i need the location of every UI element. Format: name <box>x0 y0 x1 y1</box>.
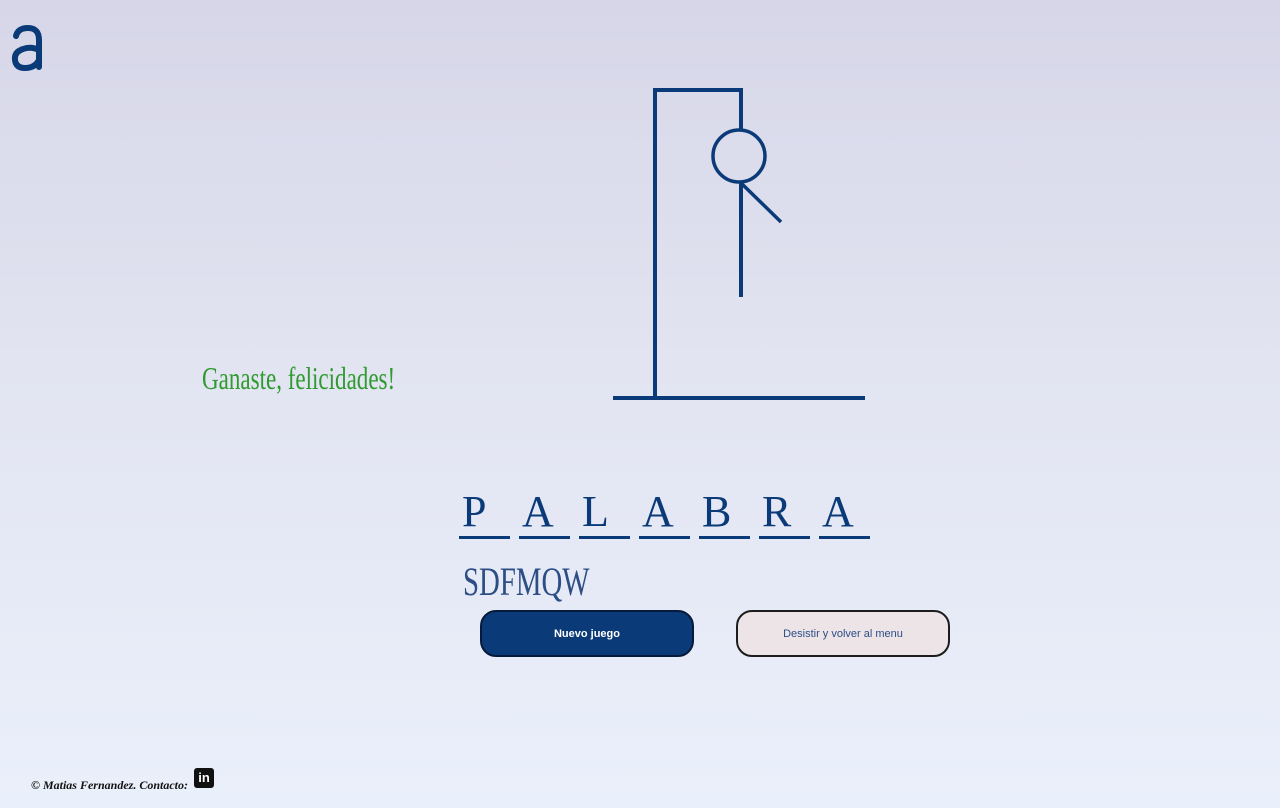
letter: R <box>762 487 792 536</box>
wrong-letters: SDFMQW <box>463 559 590 604</box>
hangman-head <box>711 128 767 184</box>
footer: © Matias Fernandez. Contacto: in <box>31 768 214 793</box>
win-message: Ganaste, felicidades! <box>202 360 396 396</box>
letter: A <box>822 487 854 536</box>
secret-word: PALABRA <box>459 486 870 539</box>
app-logo-icon <box>11 24 42 72</box>
letter-slot: R <box>759 486 810 539</box>
hangman-arm <box>739 181 783 224</box>
letter: B <box>702 487 732 536</box>
linkedin-icon[interactable]: in <box>193 768 214 788</box>
letter-slot: P <box>459 486 510 539</box>
letter: A <box>522 487 554 536</box>
letter-slot: A <box>519 486 570 539</box>
letter-slot: B <box>699 486 750 539</box>
give-up-button[interactable]: Desistir y volver al menu <box>736 610 950 657</box>
letter: A <box>642 487 674 536</box>
new-game-button[interactable]: Nuevo juego <box>480 610 694 657</box>
footer-credit: © Matias Fernandez. Contacto: <box>31 778 188 792</box>
letter-slot: A <box>639 486 690 539</box>
letter-slot: A <box>819 486 870 539</box>
letter-slot: L <box>579 486 630 539</box>
letter: P <box>462 487 487 536</box>
letter: L <box>582 487 609 536</box>
hangman-drawing <box>613 88 865 400</box>
